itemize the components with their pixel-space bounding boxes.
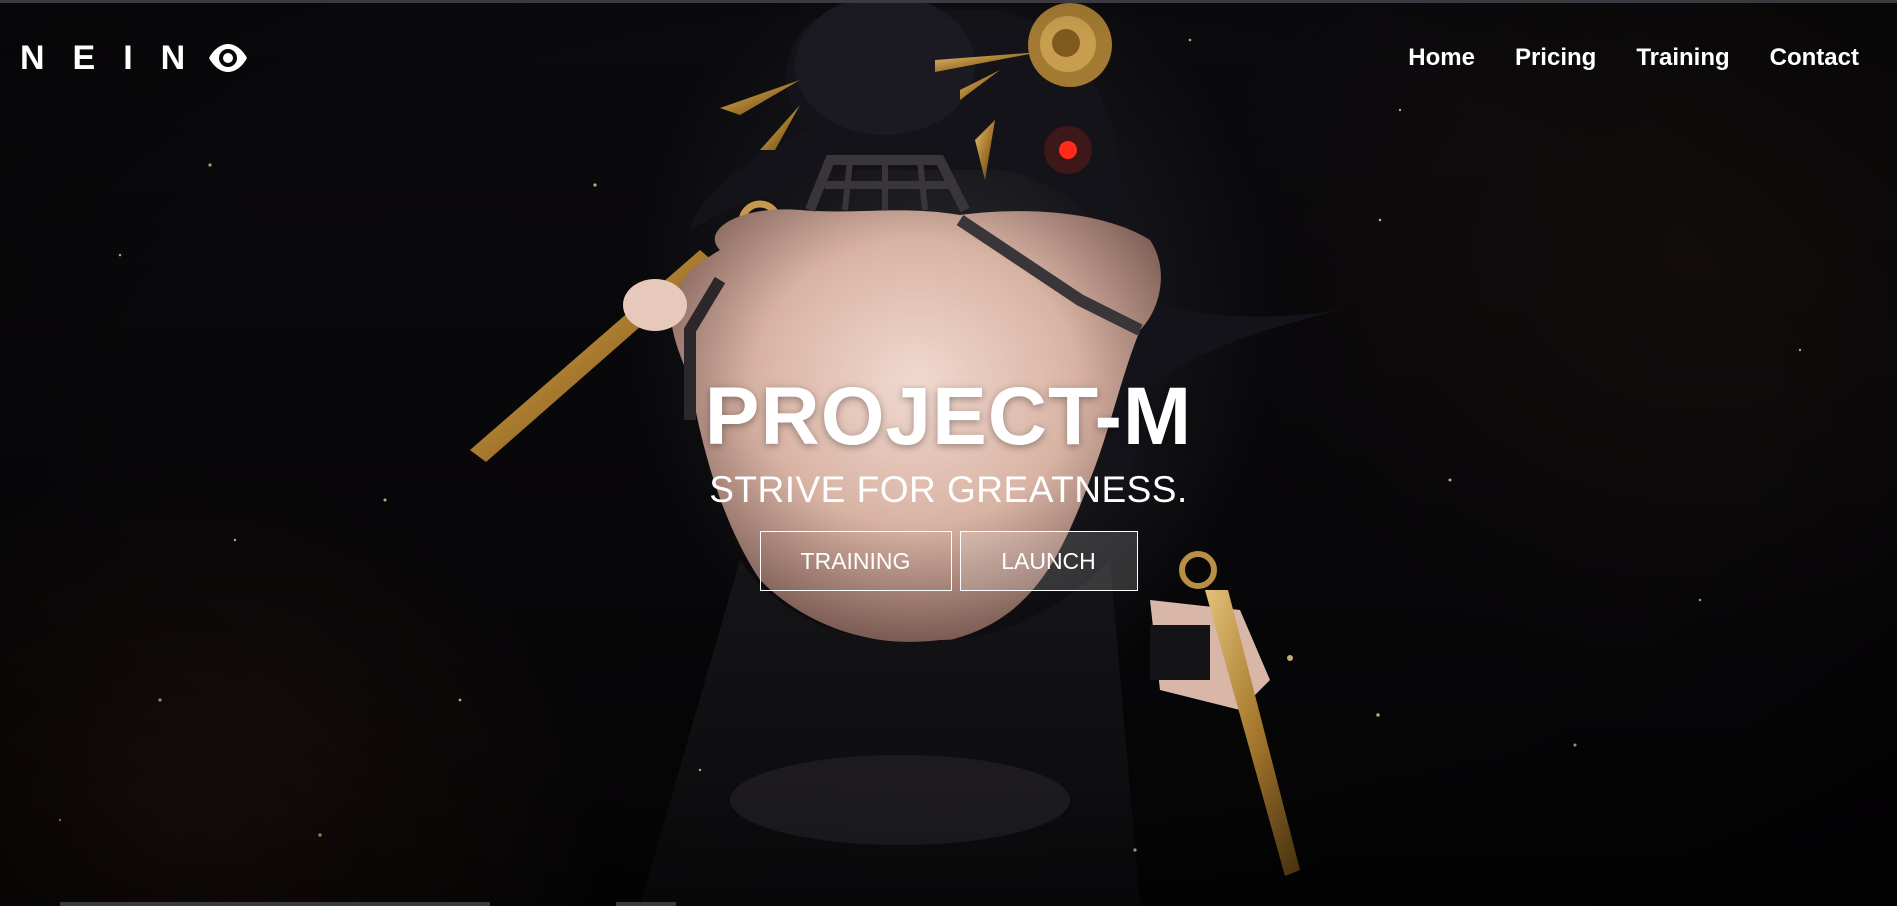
hero-section: PROJECT-M STRIVE FOR GREATNESS. TRAINING… [0, 372, 1897, 591]
nav-links: Home Pricing Training Contact [1408, 42, 1859, 74]
hero-tagline: STRIVE FOR GREATNESS. [709, 469, 1188, 510]
brand-logo[interactable]: NEIN [20, 38, 249, 78]
nav-pricing-link[interactable]: Pricing [1515, 42, 1596, 74]
launch-button[interactable]: LAUNCH [959, 531, 1138, 591]
nav-training-link[interactable]: Training [1636, 42, 1729, 74]
hero-buttons: TRAINING LAUNCH [0, 531, 1897, 591]
brand-name: NEIN [20, 39, 214, 77]
training-button[interactable]: TRAINING [759, 531, 952, 591]
bottom-scrollbar-thumb[interactable] [616, 902, 676, 906]
navbar: NEIN Home Pricing Training Contact [0, 0, 1897, 118]
nav-contact-link[interactable]: Contact [1770, 42, 1859, 74]
landing-page: NEIN Home Pricing Training Contact PROJE… [0, 0, 1897, 906]
eye-icon [209, 44, 248, 72]
bottom-scrollbar-track [60, 902, 490, 906]
nav-home-link[interactable]: Home [1408, 42, 1475, 74]
hero-title: PROJECT-M [704, 371, 1193, 462]
